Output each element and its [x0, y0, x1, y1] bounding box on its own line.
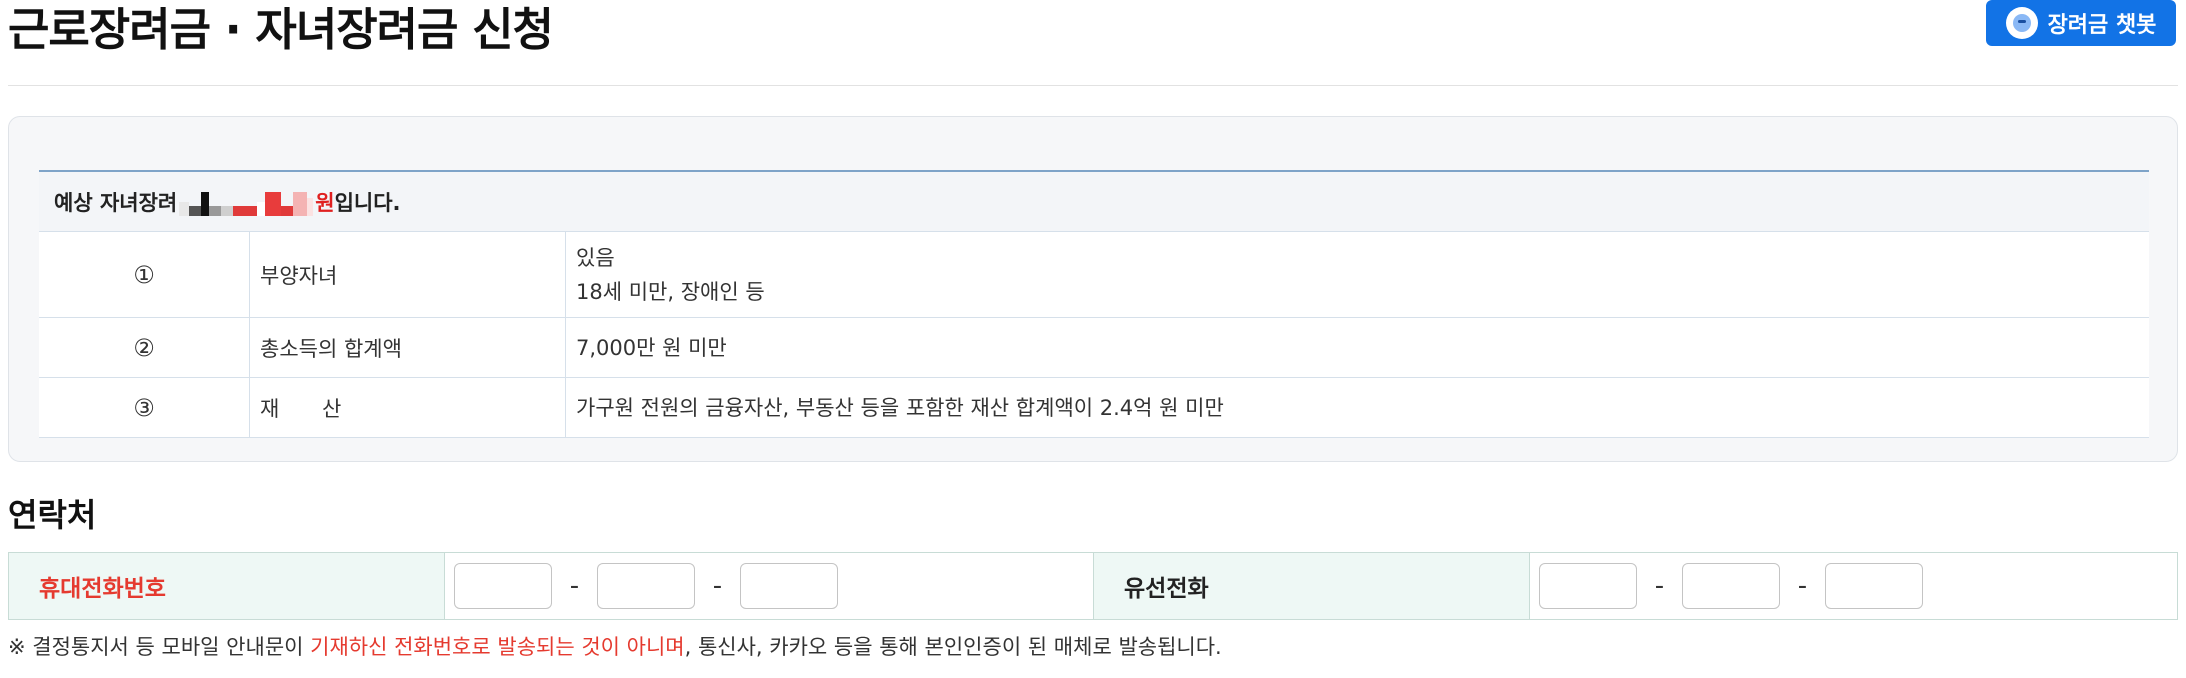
criteria-value-line: 7,000만 원 미만: [576, 335, 727, 360]
criteria-value-line: 가구원 전원의 금융자산, 부동산 등을 포함한 재산 합계액이 2.4억 원 …: [576, 395, 1224, 420]
chatbot-button-label: 장려금 챗봇: [2047, 13, 2157, 38]
page-title: 근로장려금 · 자녀장려금 신청: [8, 3, 554, 56]
estimate-won: 원: [315, 190, 335, 215]
criteria-row: ① 부양자녀 있음 18세 미만, 장애인 등: [39, 232, 2149, 318]
mobile-phone-part1-input[interactable]: [454, 563, 552, 609]
mobile-phone-label: 휴대전화번호: [9, 553, 444, 619]
contact-section-title: 연락처: [8, 496, 97, 534]
criteria-value: 가구원 전원의 금융자산, 부동산 등을 포함한 재산 합계액이 2.4억 원 …: [565, 378, 2149, 437]
criteria-label: 재 산: [249, 378, 565, 437]
dash-separator: -: [569, 571, 580, 601]
chatbot-button[interactable]: 장려금 챗봇: [1986, 0, 2176, 46]
mobile-phone-fields: - -: [444, 553, 1094, 619]
contact-notice: ※ 결정통지서 등 모바일 안내문이 기재하신 전화번호로 발송되는 것이 아니…: [8, 630, 1222, 664]
dash-separator: -: [712, 571, 723, 601]
mobile-phone-part2-input[interactable]: [597, 563, 695, 609]
notice-highlight: 기재하신 전화번호로 발송되는 것이 아니며: [310, 635, 685, 659]
criteria-value-line: 있음: [576, 245, 615, 270]
criteria-value-line: 18세 미만, 장애인 등: [576, 279, 765, 304]
estimate-prefix: 예상 자녀장려: [54, 190, 178, 215]
criteria-label: 총소득의 합계액: [249, 318, 565, 377]
chatbot-icon: [2005, 7, 2038, 39]
estimate-summary: 예상 자녀장려 원 입니다.: [39, 172, 2149, 232]
dash-separator: -: [1797, 571, 1808, 601]
dash-separator: -: [1654, 571, 1665, 601]
criteria-value: 7,000만 원 미만: [565, 318, 2149, 377]
landline-label: 유선전화: [1094, 553, 1529, 619]
estimate-suffix: 입니다.: [334, 190, 401, 215]
criteria-value: 있음 18세 미만, 장애인 등: [565, 232, 2149, 317]
criteria-number: ③: [133, 393, 155, 422]
criteria-number: ①: [133, 260, 155, 289]
landline-part2-input[interactable]: [1682, 563, 1780, 609]
mobile-phone-part3-input[interactable]: [740, 563, 838, 609]
page-header: 근로장려금 · 자녀장려금 신청 장려금 챗봇: [8, 0, 2178, 86]
criteria-row: ③ 재 산 가구원 전원의 금융자산, 부동산 등을 포함한 재산 합계액이 2…: [39, 378, 2149, 438]
redacted-amount: [179, 188, 314, 216]
estimate-panel: 예상 자녀장려 원 입니다. ① 부양자녀 있음 18세 미만, 장애인 등 ②…: [8, 116, 2178, 462]
landline-fields: - -: [1529, 553, 2177, 619]
criteria-label: 부양자녀: [249, 232, 565, 317]
landline-part3-input[interactable]: [1825, 563, 1923, 609]
criteria-number: ②: [133, 333, 155, 362]
notice-text-part2: , 통신사, 카카오 등을 통해 본인인증이 된 매체로 발송됩니다.: [684, 635, 1222, 659]
criteria-row: ② 총소득의 합계액 7,000만 원 미만: [39, 318, 2149, 378]
contact-table: 휴대전화번호 - - 유선전화 - -: [8, 552, 2178, 620]
notice-text-part1: ※ 결정통지서 등 모바일 안내문이: [8, 635, 311, 659]
landline-part1-input[interactable]: [1539, 563, 1637, 609]
estimate-table: 예상 자녀장려 원 입니다. ① 부양자녀 있음 18세 미만, 장애인 등 ②…: [39, 170, 2149, 438]
